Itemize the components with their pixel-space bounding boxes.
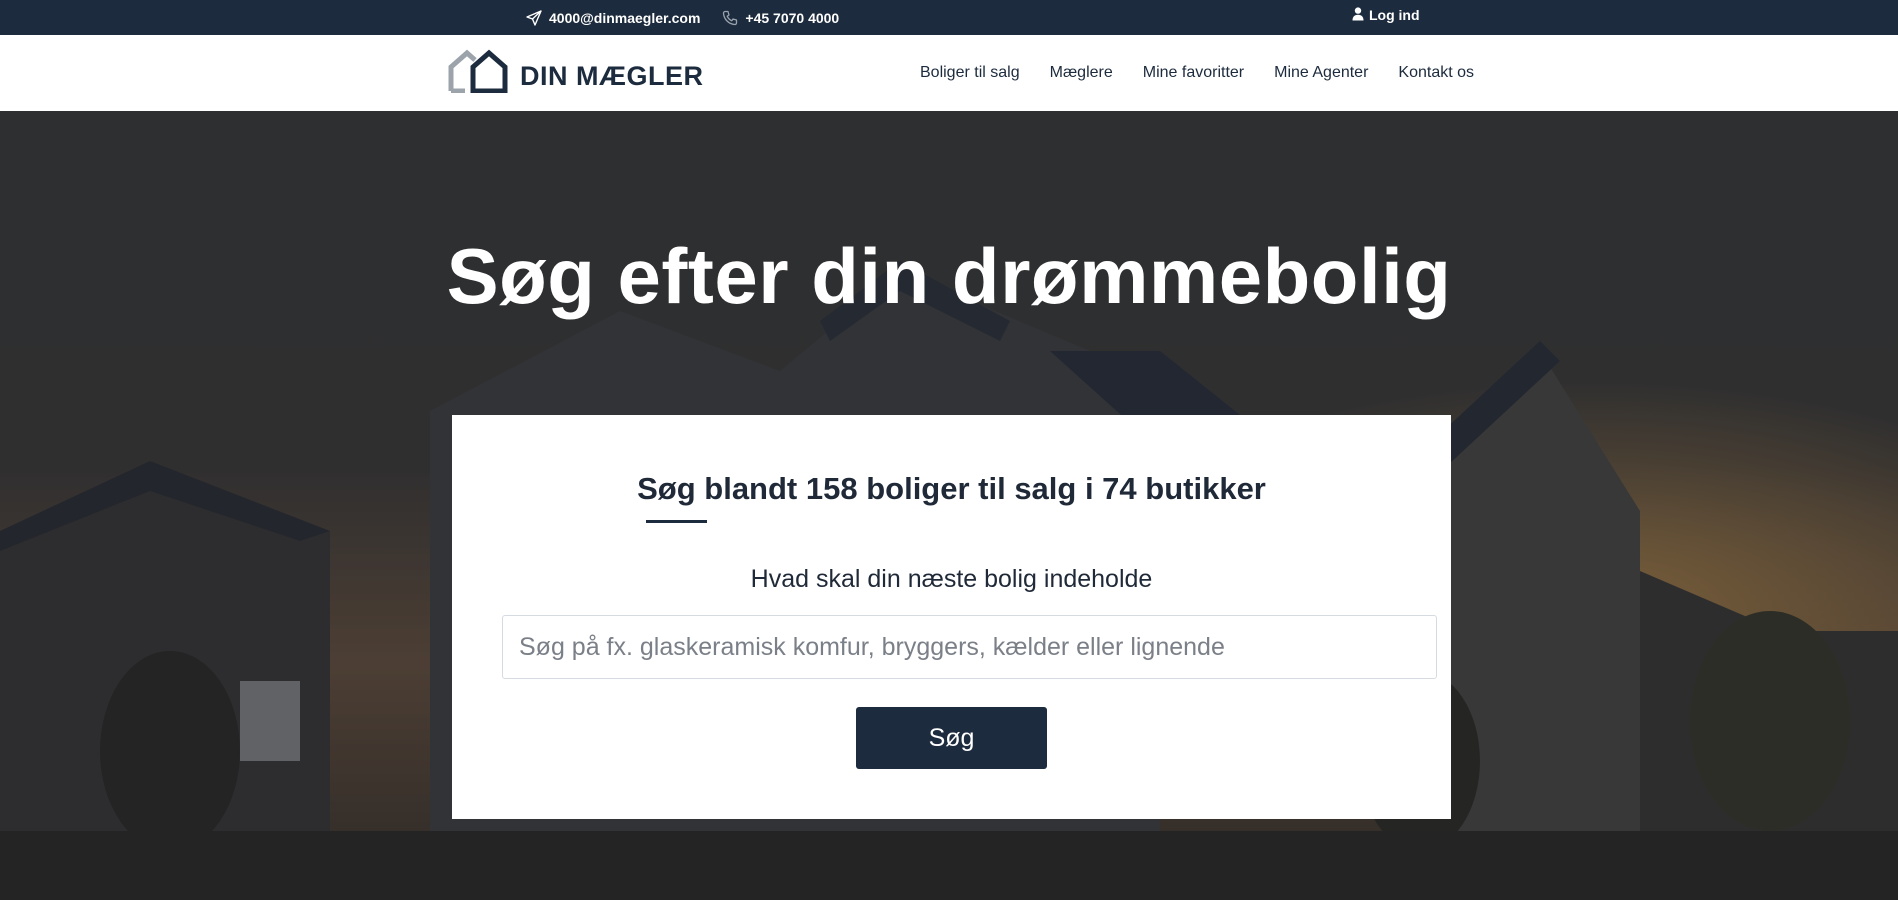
login-link[interactable]: Log ind [1352, 0, 1420, 30]
nav-boliger-til-salg[interactable]: Boliger til salg [920, 64, 1020, 82]
search-card-title: Søg blandt 158 boliger til salg i 74 but… [637, 471, 1266, 506]
user-icon [1352, 6, 1364, 24]
house-logo-icon [448, 49, 514, 93]
brand-name: DIN MÆGLER [520, 61, 704, 91]
nav-maeglere[interactable]: Mæglere [1050, 64, 1113, 82]
nav-mine-favoritter[interactable]: Mine favoritter [1143, 64, 1244, 82]
hero-section: Søg efter din drømmebolig Søg blandt 158… [0, 111, 1898, 900]
top-info-bar: 4000@dinmaegler.com +45 7070 4000 Log in… [0, 0, 1898, 35]
login-label: Log ind [1369, 7, 1420, 23]
search-input[interactable] [502, 615, 1437, 679]
primary-nav: Boliger til salg Mæglere Mine favoritter… [920, 35, 1474, 111]
search-card-subtitle: Hvad skal din næste bolig indeholde [750, 565, 1153, 593]
search-card: Søg blandt 158 boliger til salg i 74 but… [452, 415, 1451, 819]
title-underline [646, 520, 707, 523]
nav-mine-agenter[interactable]: Mine Agenter [1274, 64, 1368, 82]
nav-kontakt-os[interactable]: Kontakt os [1398, 64, 1474, 82]
email-contact[interactable]: 4000@dinmaegler.com [526, 10, 700, 26]
phone-icon [722, 10, 738, 26]
email-text: 4000@dinmaegler.com [549, 9, 701, 26]
brand-logo[interactable]: DIN MÆGLER [448, 49, 704, 93]
paper-plane-icon [526, 9, 542, 26]
phone-text: +45 7070 4000 [745, 9, 840, 26]
hero-title: Søg efter din drømmebolig [446, 232, 1452, 320]
search-button[interactable]: Søg [856, 707, 1047, 769]
contact-info: 4000@dinmaegler.com +45 7070 4000 [526, 0, 839, 35]
phone-contact[interactable]: +45 7070 4000 [722, 10, 839, 26]
main-navbar: DIN MÆGLER Boliger til salg Mæglere Mine… [0, 35, 1898, 111]
